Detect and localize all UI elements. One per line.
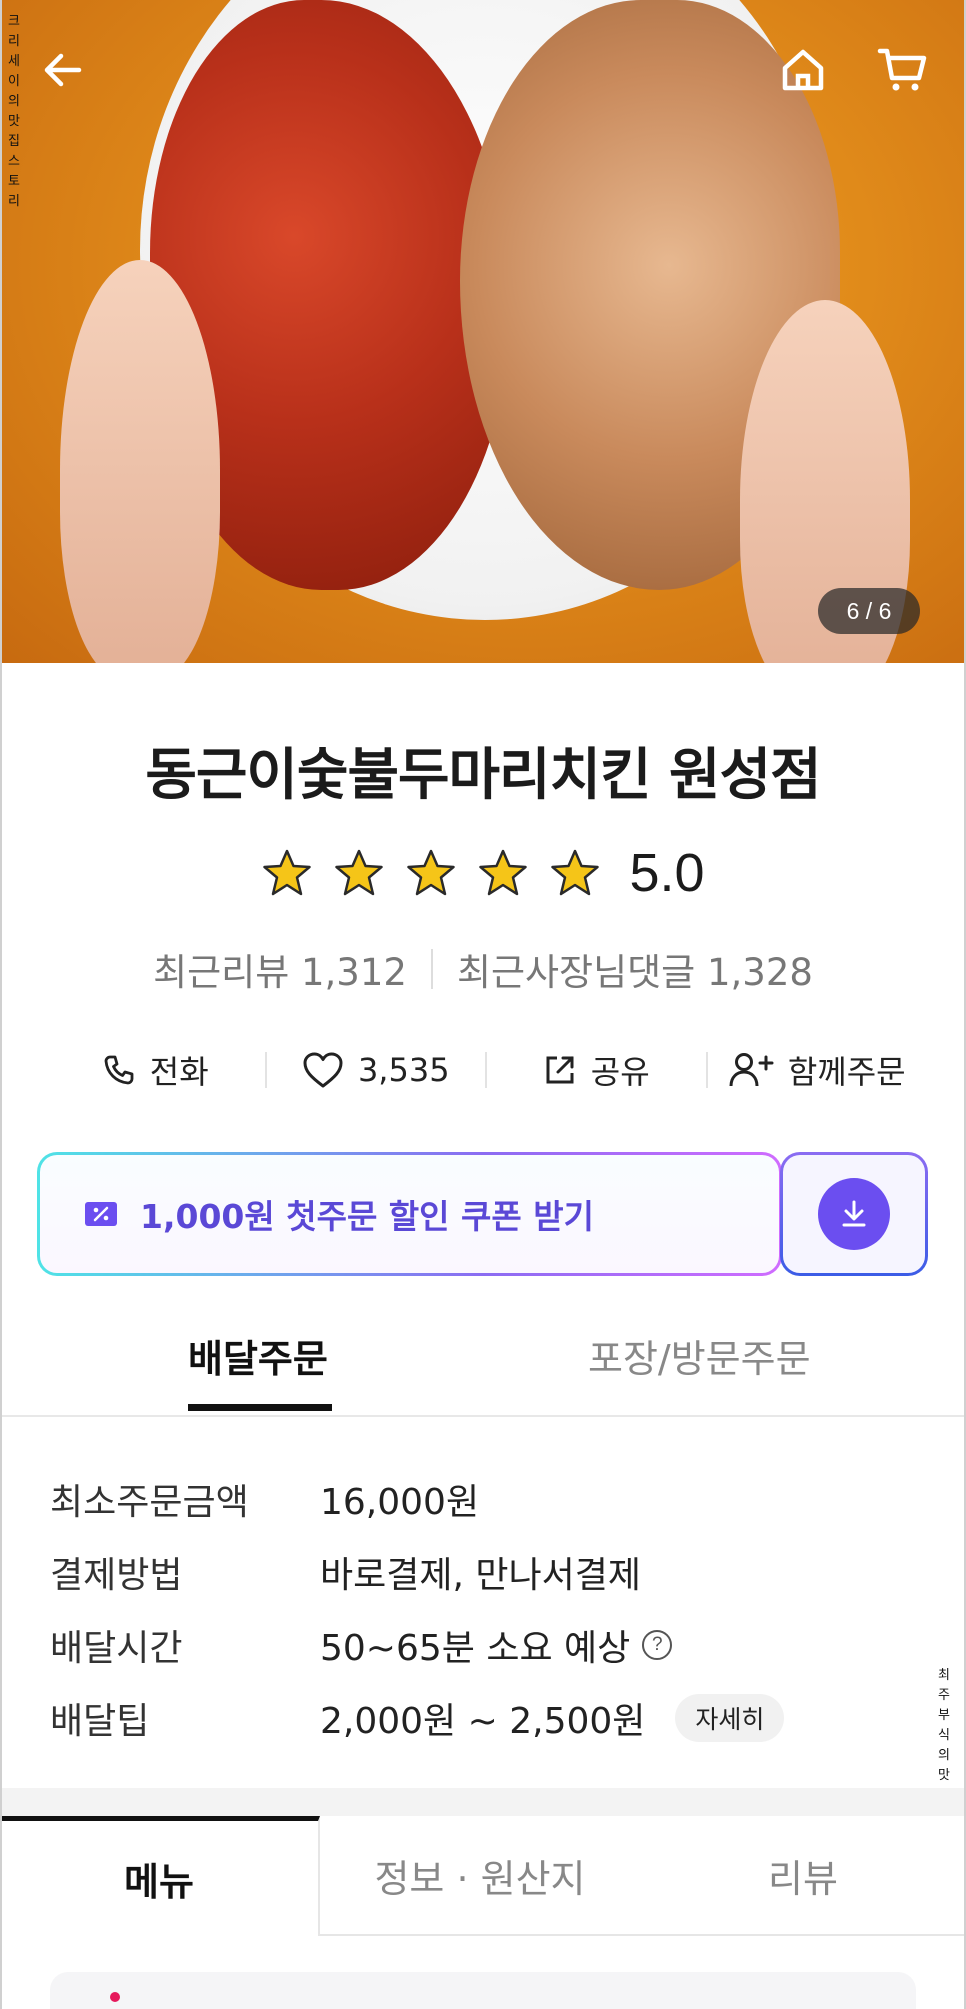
coupon-text-area[interactable]: 1,000원 첫주문 할인 쿠폰 받기: [37, 1152, 782, 1276]
min-order-value: 16,000원: [320, 1481, 480, 1523]
min-order-label: 최소주문금액: [50, 1481, 249, 1523]
star-rating: [261, 848, 601, 898]
star-icon: [407, 849, 456, 896]
phone-icon: [104, 1055, 134, 1085]
share-icon: [546, 1056, 574, 1084]
delivery-tip-row: 배달팁 2,000원 ~ 2,500원 자세히: [50, 1681, 930, 1754]
tab-reviews[interactable]: 리뷰: [640, 1816, 966, 1936]
back-button[interactable]: [33, 40, 93, 100]
tab-pickup[interactable]: 포장/방문주문: [588, 1328, 811, 1383]
add-person-icon: [729, 1053, 774, 1087]
store-actions: 전화 3,535 공유 함께주문: [46, 1040, 926, 1100]
rating-value: 5.0: [629, 843, 705, 903]
star-icon: [551, 849, 600, 896]
coupon-text: 1,000원 첫주문 할인 쿠폰 받기: [140, 1197, 594, 1236]
frame-border: [0, 0, 2, 2009]
delivery-info: 최소주문금액 16,000원 결제방법 바로결제, 만나서결제 배달시간 50~…: [50, 1462, 930, 1754]
vertical-watermark: 크리세이의맛집스토리: [8, 14, 20, 209]
back-arrow-icon: [44, 53, 82, 87]
coupon-download-button[interactable]: [780, 1152, 928, 1276]
call-label: 전화: [149, 1053, 209, 1091]
tab-delivery[interactable]: 배달주문: [188, 1328, 328, 1383]
group-order-label: 함께주문: [787, 1053, 906, 1091]
hero-image-carousel[interactable]: 크리세이의맛집스토리 6 / 6: [0, 0, 966, 663]
star-icon: [479, 849, 528, 896]
content-tabs: 메뉴 정보 · 원산지 리뷰: [0, 1816, 966, 1936]
coupon-icon: [85, 1202, 117, 1226]
divider: [0, 1415, 966, 1417]
rating-row: 5.0: [0, 842, 966, 904]
share-button[interactable]: 공유: [487, 1047, 706, 1093]
delivery-time-label: 배달시간: [50, 1627, 183, 1669]
call-button[interactable]: 전화: [46, 1047, 265, 1093]
group-order-button[interactable]: 함께주문: [708, 1047, 927, 1093]
recent-reviews-link[interactable]: 최근리뷰 1,312: [153, 942, 407, 996]
coupon-banner[interactable]: 1,000원 첫주문 할인 쿠폰 받기: [37, 1152, 928, 1276]
store-name: 동근이숯불두마리치킨 원성점: [145, 743, 821, 808]
tip-detail-button[interactable]: 자세히: [675, 1693, 785, 1742]
review-counts: 최근리뷰 1,312 최근사장님댓글 1,328: [0, 942, 966, 996]
delivery-time-value: 50~65분 소요 예상: [320, 1627, 631, 1669]
download-circle: [818, 1178, 890, 1250]
delivery-time-value-wrap: 50~65분 소요 예상 ?: [320, 1619, 673, 1671]
delivery-tip-value: 2,000원 ~ 2,500원: [320, 1700, 646, 1742]
active-tab-indicator: [188, 1404, 332, 1411]
owner-replies-link[interactable]: 최근사장님댓글 1,328: [457, 942, 813, 996]
delivery-tip-label: 배달팁: [50, 1700, 150, 1742]
image-counter-badge: 6 / 6: [818, 588, 920, 634]
menu-section-top: [50, 1972, 916, 2009]
section-separator: [0, 1788, 966, 1816]
star-icon: [263, 849, 312, 896]
cart-icon: [877, 48, 927, 91]
delivery-time-row: 배달시간 50~65분 소요 예상 ?: [50, 1608, 930, 1681]
heart-icon: [303, 1052, 343, 1088]
left-hand-shape: [60, 260, 220, 663]
cart-button[interactable]: [872, 40, 932, 100]
tab-menu[interactable]: 메뉴: [0, 1816, 320, 1936]
tab-info-origin[interactable]: 정보 · 원산지: [320, 1816, 640, 1936]
divider: [430, 949, 433, 989]
min-order-row: 최소주문금액 16,000원: [50, 1462, 930, 1535]
payment-value: 바로결제, 만나서결제: [320, 1554, 641, 1596]
like-button[interactable]: 3,535: [267, 1051, 486, 1089]
badge-dot: [110, 1992, 120, 2002]
help-icon[interactable]: ?: [642, 1629, 673, 1660]
order-type-tabs: 배달주문 포장/방문주문: [0, 1318, 966, 1418]
payment-row: 결제방법 바로결제, 만나서결제: [50, 1535, 930, 1608]
share-label: 공유: [590, 1053, 650, 1091]
download-icon: [842, 1200, 866, 1227]
delivery-tip-value-wrap: 2,000원 ~ 2,500원 자세히: [320, 1692, 785, 1744]
home-button[interactable]: [773, 40, 833, 100]
like-count: 3,535: [357, 1051, 450, 1089]
home-icon: [782, 49, 824, 91]
star-icon: [335, 849, 384, 896]
payment-label: 결제방법: [50, 1554, 183, 1596]
